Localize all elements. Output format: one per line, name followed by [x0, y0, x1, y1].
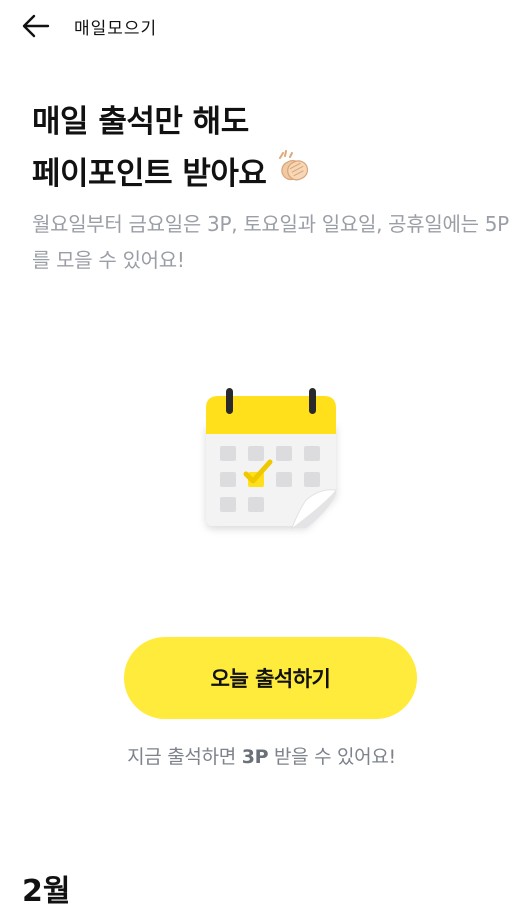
back-button[interactable]: [18, 10, 54, 42]
calendar-check-icon: [196, 382, 346, 538]
page-title: 매일모으기: [74, 19, 158, 39]
clapping-hands-icon: [274, 149, 314, 202]
hint-points: 3P: [241, 746, 269, 768]
description: 월요일부터 금요일은 3P, 토요일과 일요일, 공휴일에는 5P를 모을 수 …: [32, 212, 509, 272]
arrow-left-icon: [22, 14, 50, 38]
month-section-title: 2월: [22, 874, 71, 909]
check-in-today-button[interactable]: 오늘 출석하기: [124, 637, 417, 719]
headline-line-2: 페이포인트 받아요: [32, 148, 314, 202]
headline-line-1: 매일 출석만 해도: [32, 104, 249, 140]
top-app-bar: 매일모으기: [0, 0, 523, 52]
headline-line-2-text: 페이포인트 받아요: [32, 156, 267, 192]
hint-suffix: 받을 수 있어요!: [268, 746, 396, 768]
reward-hint: 지금 출석하면 3P 받을 수 있어요!: [0, 742, 523, 769]
hint-prefix: 지금 출석하면: [127, 746, 242, 768]
headline: 매일 출석만 해도 페이포인트 받아요: [32, 96, 314, 202]
